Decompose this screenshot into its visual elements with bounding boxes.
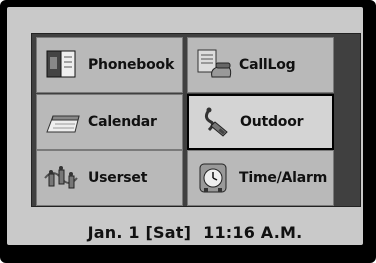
alarm-clock-icon (192, 158, 236, 198)
screen: Phonebook CallLog Calendar Outdoor Users… (7, 7, 363, 245)
menu-item-label: Outdoor (240, 114, 304, 130)
menu-item-label: Userset (88, 170, 148, 186)
call-log-icon (192, 45, 236, 85)
menu-item-label: Phonebook (88, 57, 175, 73)
menu-item-calllog[interactable]: CallLog (187, 37, 334, 93)
outdoor-icon (193, 102, 237, 142)
menu-item-userset[interactable]: Userset (36, 150, 183, 206)
calendar-icon (41, 102, 85, 142)
status-date: Jan. 1 [Sat] (87, 222, 192, 242)
status-time: 11:16 A.M. (203, 222, 303, 242)
menu-item-outdoor[interactable]: Outdoor (187, 94, 334, 150)
menu-item-phonebook[interactable]: Phonebook (36, 37, 183, 93)
status-bar: Jan. 1 [Sat] 11:16 A.M. (19, 218, 371, 246)
menu-item-label: Time/Alarm (239, 170, 328, 186)
device-frame: Phonebook CallLog Calendar Outdoor Users… (0, 0, 376, 263)
menu-item-time-alarm[interactable]: Time/Alarm (187, 150, 334, 206)
phonebook-icon (41, 45, 85, 85)
menu-item-label: Calendar (88, 114, 157, 130)
userset-icon (41, 158, 85, 198)
menu-item-calendar[interactable]: Calendar (36, 94, 183, 150)
main-menu-grid: Phonebook CallLog Calendar Outdoor Users… (31, 33, 361, 207)
menu-item-label: CallLog (239, 57, 296, 73)
